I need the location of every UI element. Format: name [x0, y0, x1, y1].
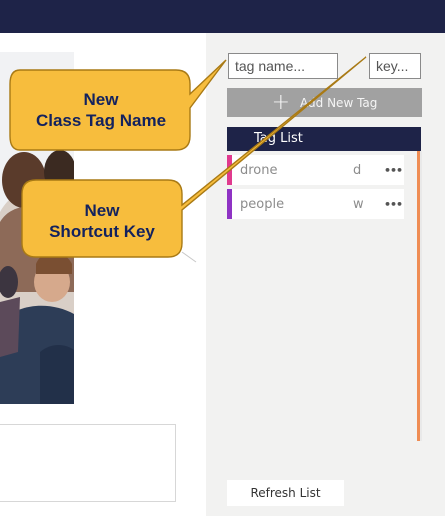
callout-line: Class Tag Name — [35, 111, 167, 130]
tag-key-input[interactable] — [369, 53, 421, 79]
plus-icon: + — [271, 89, 291, 115]
caption-textbox[interactable] — [0, 424, 176, 502]
more-options-icon[interactable]: ••• — [384, 198, 403, 211]
callout-shortcut-key-text: New Shortcut Key — [23, 200, 181, 242]
tag-row-people[interactable]: people w ••• — [227, 189, 404, 219]
refresh-list-button[interactable]: Refresh List — [227, 480, 344, 506]
add-tag-button[interactable]: + Add New Tag — [227, 88, 422, 117]
top-bar — [0, 0, 445, 33]
add-tag-label: Add New Tag — [300, 95, 378, 110]
more-options-icon[interactable]: ••• — [384, 164, 403, 177]
callout-line: Shortcut Key — [49, 222, 155, 241]
app-root: + Add New Tag Tag List drone d ••• peopl… — [0, 0, 445, 516]
tag-key: w — [353, 196, 364, 212]
callout-line: New — [83, 90, 119, 109]
tag-key: d — [353, 162, 362, 178]
tag-row-drone[interactable]: drone d ••• — [227, 155, 404, 185]
tag-list-scrollbar-thumb[interactable] — [417, 151, 420, 441]
tag-name: people — [240, 196, 285, 212]
tag-name: drone — [240, 162, 278, 178]
callout-line: New — [84, 201, 120, 220]
tag-list-title: Tag List — [227, 127, 421, 151]
faint-arrow-line — [181, 251, 197, 263]
tag-name-input[interactable] — [228, 53, 338, 79]
callout-tag-name-text: New Class Tag Name — [11, 89, 191, 131]
